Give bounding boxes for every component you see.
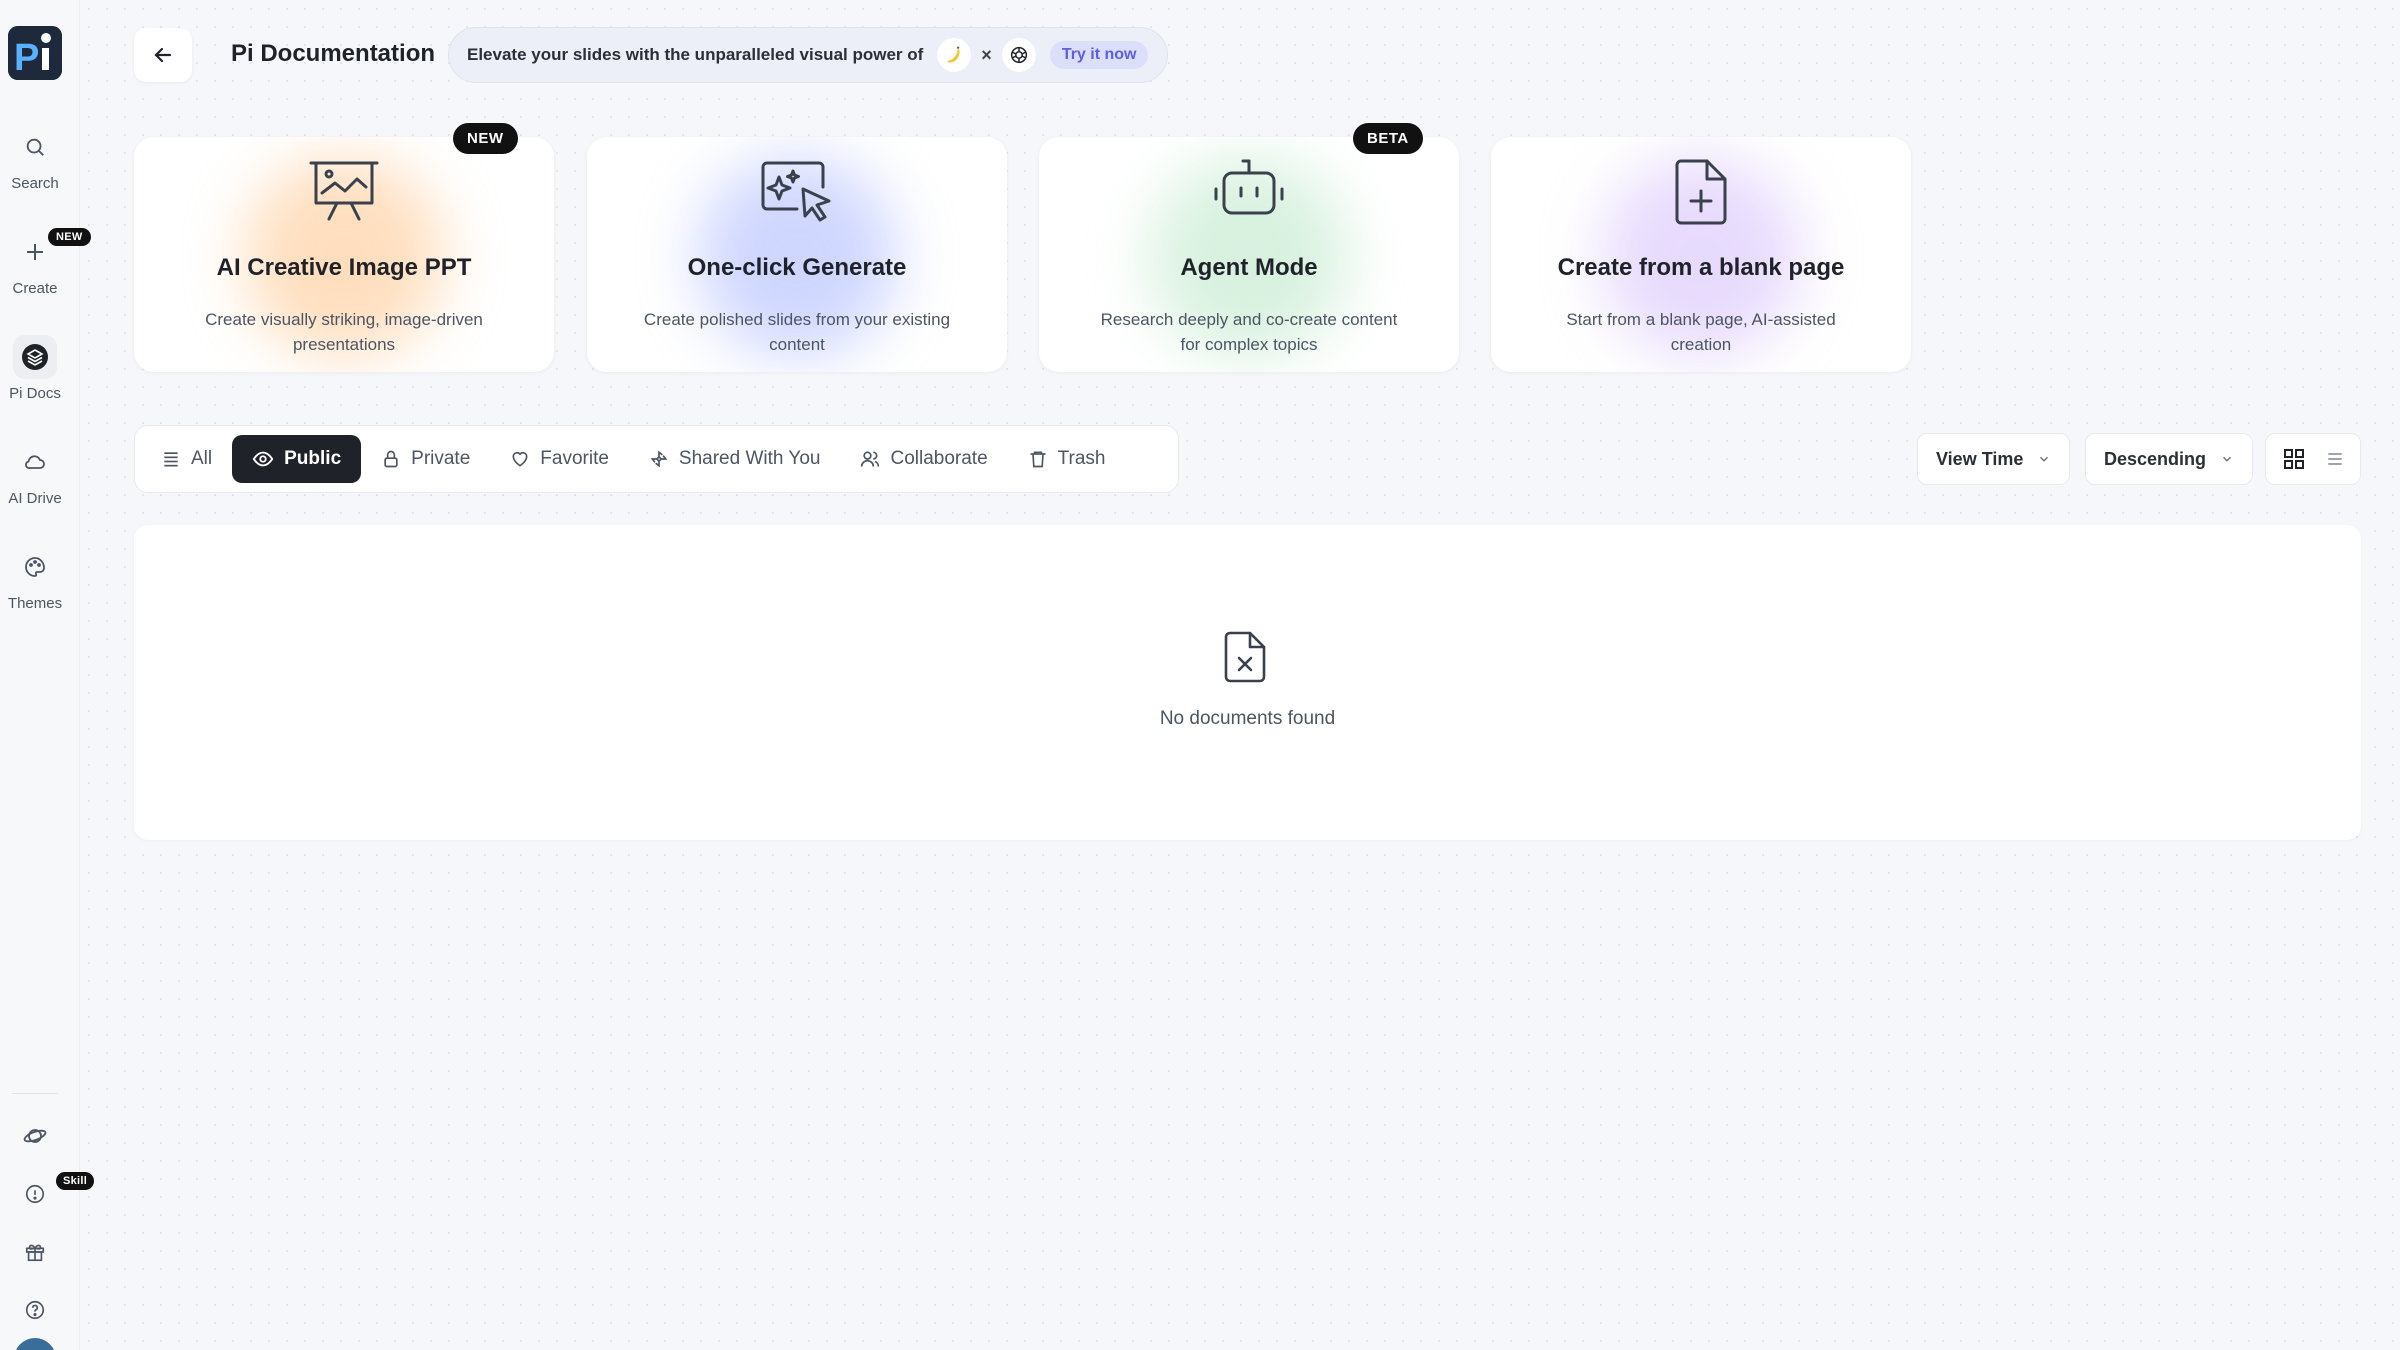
tab-label: Trash [1057, 448, 1106, 469]
list-icon [164, 452, 178, 467]
cloud-icon [13, 440, 57, 484]
promo-times: × [981, 44, 992, 65]
card-description: Start from a blank page, AI-assisted cre… [1566, 310, 1836, 354]
card-title: Create from a blank page [1557, 254, 1845, 281]
skill-icon[interactable] [13, 1172, 57, 1216]
search-icon [13, 125, 57, 169]
app-logo[interactable]: P [8, 26, 62, 80]
sidebar-item-ai-drive[interactable]: AI Drive [0, 440, 70, 507]
planet-icon[interactable] [13, 1114, 57, 1158]
palette-icon [13, 545, 57, 589]
tab-label: Public [284, 448, 342, 469]
lock-icon [384, 450, 398, 468]
card-ai-creative-image-ppt[interactable]: AI Creative Image PPT Create visually st… [134, 137, 554, 372]
magic-cursor-icon [587, 157, 1007, 225]
document-filter-tabs: All Public Private Favorite Shared With … [134, 425, 1179, 493]
tab-label: Collaborate [890, 448, 988, 469]
sidebar-item-themes[interactable]: Themes [0, 545, 70, 612]
tab-trash[interactable]: Trash [1008, 435, 1126, 483]
new-badge: NEW [453, 123, 518, 154]
robot-icon [1039, 157, 1459, 221]
sidebar-item-label: AI Drive [8, 490, 62, 507]
sidebar-item-label: Themes [7, 595, 63, 612]
page-title: Pi Documentation [231, 40, 436, 67]
sort-field-select[interactable]: View Time [1917, 433, 2071, 485]
card-title: AI Creative Image PPT [216, 254, 472, 281]
gift-icon[interactable] [13, 1230, 57, 1274]
heart-icon [512, 451, 528, 467]
sidebar-item-label: Create [12, 280, 58, 297]
tab-public[interactable]: Public [232, 435, 362, 483]
trash-icon [1030, 451, 1046, 468]
card-title: Agent Mode [1180, 254, 1318, 281]
list-view-button[interactable] [2325, 449, 2345, 469]
sidebar-divider [12, 1093, 58, 1094]
card-agent-mode[interactable]: Agent Mode Research deeply and co-create… [1039, 137, 1459, 372]
card-description: Create visually striking, image-driven p… [205, 310, 483, 354]
try-it-now-button[interactable]: Try it now [1049, 41, 1149, 69]
sidebar: P Search Create NEW Pi Docs AI Drive The… [0, 0, 95, 1350]
chevron-down-icon [2223, 456, 2232, 462]
banana-icon [937, 38, 972, 72]
sidebar-item-pi-docs[interactable]: Pi Docs [0, 335, 70, 402]
documents-panel: No documents found [134, 525, 2361, 840]
file-plus-icon [1491, 157, 1911, 229]
eye-icon [252, 451, 274, 467]
card-create-blank-page[interactable]: Create from a blank page Start from a bl… [1491, 137, 1911, 372]
tab-collaborate[interactable]: Collaborate [840, 435, 1007, 483]
tab-label: Shared With You [678, 448, 821, 469]
beta-badge: BETA [1353, 123, 1423, 154]
card-description: Research deeply and co-create content fo… [1100, 310, 1398, 354]
presentation-icon [134, 157, 554, 225]
share-icon [650, 450, 668, 468]
back-button[interactable] [134, 28, 192, 82]
sidebar-item-label: Pi Docs [9, 385, 61, 402]
sort-order-select[interactable]: Descending [2085, 433, 2254, 485]
sort-field-value: View Time [1936, 448, 2024, 469]
promo-text: Elevate your slides with the unparallele… [467, 45, 924, 64]
tab-label: Private [411, 448, 471, 469]
tab-shared-with-you[interactable]: Shared With You [629, 435, 841, 483]
sort-order-value: Descending [2104, 448, 2207, 469]
help-icon[interactable] [13, 1288, 57, 1332]
layers-icon [13, 335, 57, 379]
tab-all[interactable]: All [141, 435, 232, 483]
promo-banner[interactable]: Elevate your slides with the unparallele… [448, 27, 1168, 83]
sidebar-item-label: Search [11, 175, 59, 192]
file-x-icon [1222, 630, 1268, 689]
view-mode-toggle [2265, 433, 2361, 485]
tab-favorite[interactable]: Favorite [490, 435, 629, 483]
openai-icon [1001, 38, 1036, 72]
arrow-left-icon [154, 47, 172, 63]
skill-badge: Skill [56, 1172, 95, 1190]
sidebar-item-search[interactable]: Search [0, 125, 70, 192]
list-icon [2327, 453, 2342, 465]
tab-label: Favorite [540, 448, 609, 469]
svg-text:P: P [14, 37, 39, 79]
tab-label: All [191, 448, 213, 469]
new-badge: NEW [48, 228, 91, 246]
users-icon [861, 451, 880, 467]
grid-view-button[interactable] [2282, 447, 2306, 471]
grid-icon [2283, 449, 2304, 469]
card-title: One-click Generate [687, 254, 907, 281]
card-description: Create polished slides from your existin… [643, 310, 951, 354]
tab-private[interactable]: Private [361, 435, 490, 483]
chevron-down-icon [2040, 456, 2049, 462]
card-one-click-generate[interactable]: One-click Generate Create polished slide… [587, 137, 1007, 372]
empty-state-message: No documents found [1159, 708, 1336, 729]
avatar[interactable] [14, 1338, 56, 1350]
